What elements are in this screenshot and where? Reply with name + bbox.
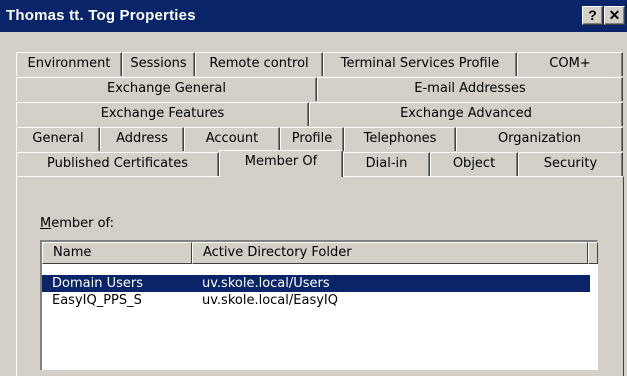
tab-exchange-features[interactable]: Exchange Features <box>16 102 309 126</box>
tab-member-of[interactable]: Member Of <box>219 150 343 177</box>
tab-email-addresses[interactable]: E-mail Addresses <box>317 77 623 101</box>
tab-organization[interactable]: Organization <box>456 127 623 151</box>
column-header-filler <box>588 242 598 264</box>
tab-telephones[interactable]: Telephones <box>344 127 456 151</box>
tab-row-5: Published Certificates Member Of Dial-in… <box>16 150 623 177</box>
tab-row-4: General Address Account Profile Telephon… <box>16 127 623 151</box>
tab-row-1: Environment Sessions Remote control Term… <box>16 52 623 76</box>
tab-object[interactable]: Object <box>430 152 518 176</box>
column-header-name[interactable]: Name <box>42 242 192 264</box>
list-item-folder: uv.skole.local/Users <box>202 276 330 291</box>
list-item[interactable]: EasyIQ_PPS_S uv.skole.local/EasyIQ <box>42 292 590 309</box>
tab-exchange-advanced[interactable]: Exchange Advanced <box>309 102 623 126</box>
tab-row-2: Exchange General E-mail Addresses <box>16 77 623 101</box>
list-item[interactable]: Domain Users uv.skole.local/Users <box>42 275 590 292</box>
tab-profile[interactable]: Profile <box>280 127 344 151</box>
tab-general[interactable]: General <box>16 127 100 151</box>
column-header-folder[interactable]: Active Directory Folder <box>192 242 588 264</box>
tab-remote-control[interactable]: Remote control <box>195 52 323 76</box>
member-of-list[interactable]: Name Active Directory Folder Domain User… <box>40 240 598 370</box>
window-title: Thomas tt. Tog Properties <box>6 7 196 24</box>
properties-dialog: Thomas tt. Tog Properties ? ✕ Environmen… <box>0 0 627 376</box>
tab-security[interactable]: Security <box>518 152 623 176</box>
tab-row-3: Exchange Features Exchange Advanced <box>16 102 623 126</box>
help-button[interactable]: ? <box>582 6 603 25</box>
tab-environment[interactable]: Environment <box>16 52 122 76</box>
list-header: Name Active Directory Folder <box>42 242 598 264</box>
member-of-label: Member of: <box>40 216 115 231</box>
tab-dial-in[interactable]: Dial-in <box>343 152 430 176</box>
tab-com-plus[interactable]: COM+ <box>517 52 623 76</box>
list-item-name: EasyIQ_PPS_S <box>52 293 142 308</box>
tab-sessions[interactable]: Sessions <box>122 52 195 76</box>
close-button[interactable]: ✕ <box>604 6 625 25</box>
tab-account[interactable]: Account <box>184 127 280 151</box>
list-item-folder: uv.skole.local/EasyIQ <box>202 293 338 308</box>
tab-exchange-general[interactable]: Exchange General <box>16 77 317 101</box>
tab-address[interactable]: Address <box>100 127 184 151</box>
title-bar[interactable]: Thomas tt. Tog Properties ? ✕ <box>0 0 627 32</box>
list-item-name: Domain Users <box>52 276 143 291</box>
tab-published-certificates[interactable]: Published Certificates <box>16 152 219 176</box>
tab-terminal-services-profile[interactable]: Terminal Services Profile <box>323 52 517 76</box>
